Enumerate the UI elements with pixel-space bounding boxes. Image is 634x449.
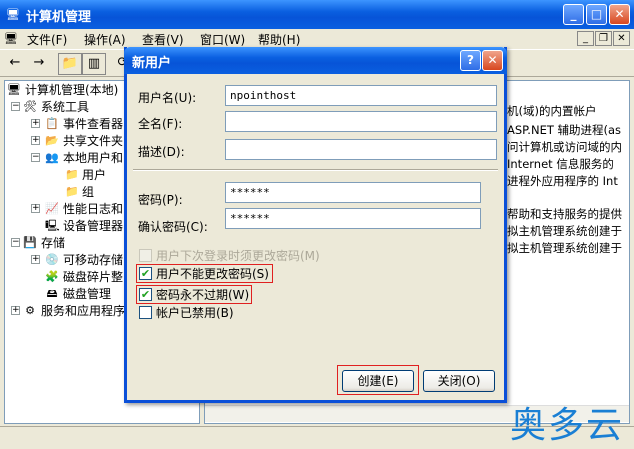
menu-action[interactable]: 操作(A) (84, 31, 126, 48)
password-never-expires-checkbox[interactable]: ✔ (139, 288, 152, 301)
tree-item-device-manager[interactable]: 设备管理器 (63, 218, 123, 234)
tree-item-services[interactable]: 服务和应用程序 (41, 303, 125, 319)
folder-icon: 📁 (65, 168, 79, 181)
main-window-title: 计算机管理 (26, 10, 92, 25)
tree-item-disk-management[interactable]: 磁盘管理 (63, 286, 111, 302)
watermark-logo: 奥多云 (510, 405, 625, 446)
separator (133, 169, 498, 171)
tree-item-root[interactable]: 计算机管理(本地) (25, 82, 118, 98)
maximize-button[interactable]: □ (586, 4, 607, 25)
cannot-change-password-label[interactable]: 用户不能更改密码(S) (156, 265, 269, 282)
list-item-description[interactable]: 帮助和支持服务的提供 (507, 206, 622, 222)
disk-management-icon: 🖴 (46, 287, 58, 300)
expand-toggle[interactable]: + (31, 136, 40, 145)
minimize-button[interactable]: _ (563, 4, 584, 25)
menu-view[interactable]: 查看(V) (142, 31, 184, 48)
tree-item-system-tools[interactable]: 系统工具 (41, 99, 89, 115)
menu-bar: 🖥 文件(F) 操作(A) 查看(V) 窗口(W) 帮助(H) _ ❐ ✕ (0, 29, 634, 49)
menu-window[interactable]: 窗口(W) (200, 31, 245, 48)
must-change-password-label: 用户下次登录时须更改密码(M) (156, 249, 320, 263)
list-item-description[interactable]: ASP.NET 辅助进程(as (507, 122, 621, 138)
tree-item-shared-folders[interactable]: 共享文件夹 (63, 133, 123, 149)
list-item-description[interactable]: 问计算机或访问域的内 (507, 139, 622, 155)
computer-management-icon: 🖥 (6, 8, 20, 21)
tools-icon: 🛠 (23, 100, 37, 113)
storage-icon: 💾 (23, 236, 37, 249)
list-item-description[interactable]: 拟主机管理系统创建于 (507, 223, 622, 239)
folder-icon: 📁 (65, 185, 79, 198)
computer-icon: 🖥 (7, 83, 21, 96)
must-change-password-checkbox (139, 249, 152, 262)
confirm-password-input[interactable]: ****** (225, 208, 481, 229)
list-item-description[interactable]: 机(域)的内置帐户 (507, 103, 596, 119)
expand-toggle[interactable]: + (31, 204, 40, 213)
dialog-titlebar: 新用户 ? ✕ (124, 47, 507, 74)
expand-toggle[interactable]: + (31, 255, 40, 264)
show-tree-icon[interactable]: ▥ (82, 53, 106, 75)
mdi-close-button[interactable]: ✕ (613, 31, 630, 46)
username-input[interactable]: npointhost (225, 85, 497, 106)
forward-arrow-icon[interactable]: → (28, 53, 50, 73)
shared-folder-icon: 📂 (45, 134, 59, 147)
expand-toggle[interactable]: + (11, 306, 20, 315)
mdi-restore-button[interactable]: ❐ (595, 31, 612, 46)
help-button[interactable]: ? (460, 50, 481, 71)
username-label: 用户名(U): (138, 91, 197, 105)
mdi-minimize-button[interactable]: _ (577, 31, 594, 46)
account-disabled-label[interactable]: 帐户已禁用(B) (156, 304, 234, 321)
tree-item-defrag[interactable]: 磁盘碎片整 (63, 269, 123, 285)
cannot-change-password-checkbox[interactable]: ✔ (139, 267, 152, 280)
fullname-input[interactable] (225, 111, 497, 132)
password-label: 密码(P): (138, 193, 183, 207)
confirm-password-label: 确认密码(C): (138, 220, 208, 234)
description-input[interactable] (225, 139, 497, 160)
collapse-toggle[interactable]: − (11, 238, 20, 247)
new-user-dialog: 新用户 ? ✕ 用户名(U): npointhost 全名(F): 描述(D):… (124, 47, 507, 403)
list-item-description[interactable]: 进程外应用程序的 Int (507, 173, 618, 189)
close-button[interactable]: ✕ (609, 4, 630, 25)
event-viewer-icon: 📋 (45, 117, 59, 130)
users-group-icon: 👥 (45, 151, 59, 164)
close-dialog-button[interactable]: 关闭(O) (423, 370, 495, 392)
services-icon: ⚙ (25, 304, 35, 317)
tree-item-groups[interactable]: 组 (82, 184, 94, 200)
account-disabled-checkbox[interactable] (139, 306, 152, 319)
password-input[interactable]: ****** (225, 182, 481, 203)
list-item-description[interactable]: Internet 信息服务的 (507, 156, 614, 172)
removable-storage-icon: 💿 (45, 253, 59, 266)
collapse-toggle[interactable]: − (11, 102, 20, 111)
menu-file[interactable]: 文件(F) (27, 31, 67, 48)
expand-toggle[interactable]: + (31, 119, 40, 128)
tree-item-removable-storage[interactable]: 可移动存储 (63, 252, 123, 268)
menu-help[interactable]: 帮助(H) (258, 31, 300, 48)
fullname-label: 全名(F): (138, 117, 183, 131)
list-item-description[interactable]: 拟主机管理系统创建于 (507, 240, 622, 256)
main-titlebar: 🖥 计算机管理 _ □ ✕ (0, 0, 634, 29)
dialog-title: 新用户 (132, 56, 172, 71)
tree-item-event-viewer[interactable]: 事件查看器 (63, 116, 123, 132)
tree-item-local-users[interactable]: 本地用户和 (63, 150, 123, 166)
device-manager-icon: 🖳 (45, 219, 60, 232)
tree-item-perf-logs[interactable]: 性能日志和 (63, 201, 123, 217)
up-folder-icon[interactable]: 📁 (58, 53, 82, 75)
collapse-toggle[interactable]: − (31, 153, 40, 162)
password-never-expires-label[interactable]: 密码永不过期(W) (156, 286, 249, 303)
app-menu-icon[interactable]: 🖥 (4, 32, 18, 45)
tree-item-users[interactable]: 用户 (82, 167, 106, 183)
back-arrow-icon[interactable]: ← (4, 53, 26, 73)
tree-item-storage[interactable]: 存储 (41, 235, 65, 251)
description-label: 描述(D): (138, 145, 185, 159)
dialog-close-button[interactable]: ✕ (482, 50, 503, 71)
defrag-icon: 🧩 (45, 270, 59, 283)
create-button[interactable]: 创建(E) (342, 370, 414, 392)
performance-icon: 📈 (45, 202, 59, 215)
